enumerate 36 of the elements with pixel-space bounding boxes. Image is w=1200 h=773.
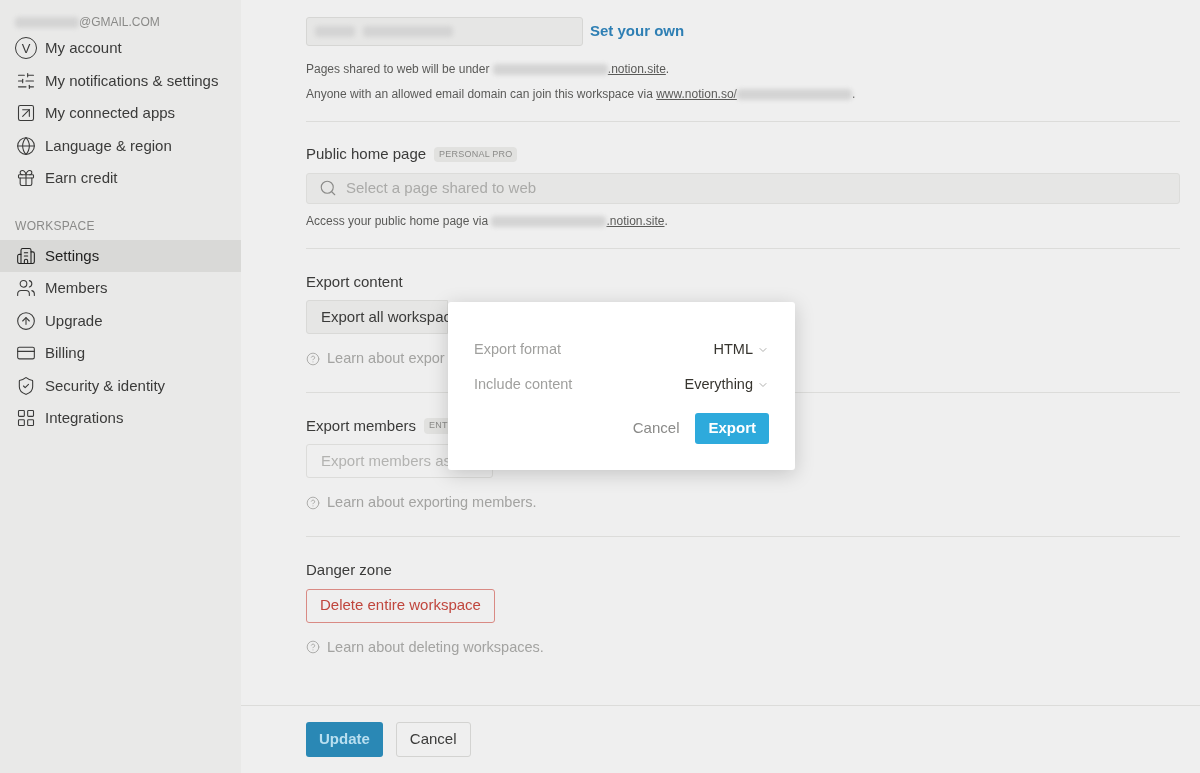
option-label: Include content: [474, 374, 573, 394]
arrow-square-icon: [15, 103, 37, 124]
up-arrow-circle-icon: [15, 310, 37, 331]
cancel-button[interactable]: Cancel: [395, 722, 471, 757]
export-button[interactable]: Export all workspac: [306, 300, 448, 334]
option-dropdown[interactable]: HTML: [713, 338, 769, 361]
option-label: Export format: [474, 339, 562, 359]
account-email: @GMAIL.COM: [79, 14, 160, 31]
caption: Pages shared to web will be under .notion.site.: [306, 61, 671, 78]
section-title: Export content: [306, 271, 404, 292]
search-icon: [319, 179, 337, 197]
building-icon: [15, 245, 37, 266]
grid-icon: [15, 408, 37, 429]
caption: Access your public home page via .notion.site.: [306, 212, 669, 230]
domain-field[interactable]: [306, 17, 583, 46]
section-title: Export members: [306, 415, 417, 436]
link[interactable]: .notion.site: [607, 62, 666, 76]
sidebar-item[interactable]: Settings: [0, 239, 241, 272]
gift-icon: [15, 168, 37, 189]
help-icon: [306, 496, 320, 511]
caption: Anyone with an allowed email domain can join this workspace via www.notion.so/ .: [306, 86, 857, 103]
section-heading: WORKSPACE: [14, 217, 96, 235]
section-title: Danger zone: [306, 560, 393, 580]
cancel-button[interactable]: Cancel: [632, 417, 680, 440]
section-title: Public home page: [306, 144, 427, 164]
help-icon: [306, 351, 320, 366]
link[interactable]: www.notion.so/: [656, 87, 737, 101]
globe-icon: [15, 135, 37, 156]
delete-workspace-button[interactable]: Delete entire workspace: [306, 588, 495, 623]
people-icon: [15, 278, 37, 299]
set-your-own-link[interactable]: Set your own: [590, 20, 685, 43]
help-icon: [306, 640, 320, 655]
option-dropdown[interactable]: Everything: [684, 373, 769, 396]
link[interactable]: .notion.site: [606, 213, 665, 228]
plan-badge: PERSONAL PRO: [434, 146, 518, 162]
sliders-icon: [15, 70, 37, 91]
